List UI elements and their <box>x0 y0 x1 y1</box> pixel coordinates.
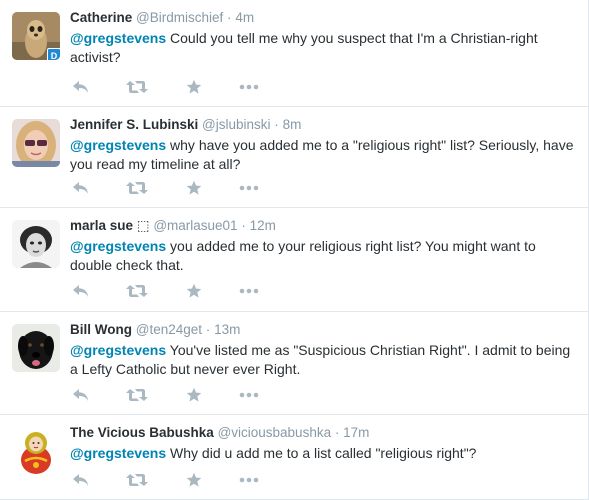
reply-icon[interactable] <box>70 469 92 491</box>
favorite-icon[interactable] <box>183 76 205 98</box>
tweet-text: @gregstevens Why did u add me to a list … <box>70 444 576 463</box>
meerkat-avatar[interactable]: D <box>12 12 60 60</box>
fullname[interactable]: Catherine <box>70 10 132 25</box>
tweet-header: Catherine @Birdmischief · 4m <box>70 9 576 27</box>
tweet-item[interactable]: Bill Wong @ten24get · 13m @gregstevens Y… <box>0 312 588 415</box>
username[interactable]: @viciousbabushka <box>218 425 332 440</box>
retweet-icon[interactable] <box>126 177 148 199</box>
username[interactable]: @ten24get <box>136 322 202 337</box>
badge-icon: D <box>47 48 60 60</box>
mention-link[interactable]: @gregstevens <box>70 137 166 153</box>
reply-icon[interactable] <box>70 177 92 199</box>
tweet-text: @gregstevens you added me to your religi… <box>70 237 576 275</box>
timestamp[interactable]: 17m <box>343 425 369 440</box>
tweet-body: Why did u add me to a list called "relig… <box>166 445 477 461</box>
tweet-header: Jennifer S. Lubinski @jslubinski · 8m <box>70 116 576 134</box>
tweet-feed: D Catherine @Birdmischief · 4m @gregstev… <box>0 0 589 500</box>
tweet-actions <box>70 76 290 98</box>
timestamp[interactable]: 4m <box>235 10 254 25</box>
tweet-text: @gregstevens Could you tell me why you s… <box>70 29 576 67</box>
woman-sunglasses-avatar[interactable] <box>12 119 60 167</box>
tweet-text: @gregstevens why have you added me to a … <box>70 136 576 174</box>
tweet-item[interactable]: marla sue ⬚ @marlasue01 · 12m @gregsteve… <box>0 208 588 312</box>
retweet-icon[interactable] <box>126 384 148 406</box>
fullname[interactable]: marla sue ⬚ <box>70 218 150 233</box>
reply-icon[interactable] <box>70 384 92 406</box>
fullname[interactable]: The Vicious Babushka <box>70 425 214 440</box>
fullname[interactable]: Jennifer S. Lubinski <box>70 117 198 132</box>
more-icon[interactable] <box>238 469 260 491</box>
timestamp[interactable]: 13m <box>214 322 240 337</box>
favorite-icon[interactable] <box>183 280 205 302</box>
tweet-actions <box>70 469 290 491</box>
retweet-icon[interactable] <box>126 76 148 98</box>
reply-icon[interactable] <box>70 76 92 98</box>
mention-link[interactable]: @gregstevens <box>70 238 166 254</box>
tweet-actions <box>70 177 290 199</box>
tweet-actions <box>70 384 290 406</box>
username[interactable]: @marlasue01 <box>153 218 237 233</box>
matryoshka-avatar[interactable] <box>12 427 60 475</box>
fullname[interactable]: Bill Wong <box>70 322 132 337</box>
more-icon[interactable] <box>238 177 260 199</box>
mention-link[interactable]: @gregstevens <box>70 342 166 358</box>
separator: · <box>241 218 246 233</box>
favorite-icon[interactable] <box>183 384 205 406</box>
tweet-header: The Vicious Babushka @viciousbabushka · … <box>70 424 576 442</box>
more-icon[interactable] <box>238 280 260 302</box>
black-dog-avatar[interactable] <box>12 324 60 372</box>
tweet-header: marla sue ⬚ @marlasue01 · 12m <box>70 217 576 235</box>
tweet-item[interactable]: D Catherine @Birdmischief · 4m @gregstev… <box>0 0 588 107</box>
timestamp[interactable]: 12m <box>250 218 276 233</box>
mention-link[interactable]: @gregstevens <box>70 30 166 46</box>
favorite-icon[interactable] <box>183 469 205 491</box>
more-icon[interactable] <box>238 76 260 98</box>
retweet-icon[interactable] <box>126 469 148 491</box>
more-icon[interactable] <box>238 384 260 406</box>
tweet-item[interactable]: The Vicious Babushka @viciousbabushka · … <box>0 415 588 500</box>
separator: · <box>334 425 340 440</box>
tweet-text: @gregstevens You've listed me as "Suspic… <box>70 341 576 379</box>
mention-link[interactable]: @gregstevens <box>70 445 166 461</box>
tweet-actions <box>70 280 290 302</box>
timestamp[interactable]: 8m <box>283 117 302 132</box>
favorite-icon[interactable] <box>183 177 205 199</box>
tweet-header: Bill Wong @ten24get · 13m <box>70 321 576 339</box>
separator: · <box>205 322 211 337</box>
reply-icon[interactable] <box>70 280 92 302</box>
vintage-portrait-avatar[interactable] <box>12 220 60 268</box>
separator: · <box>227 10 232 25</box>
username[interactable]: @jslubinski <box>202 117 270 132</box>
tweet-item[interactable]: Jennifer S. Lubinski @jslubinski · 8m @g… <box>0 107 588 208</box>
username[interactable]: @Birdmischief <box>136 10 223 25</box>
separator: · <box>274 117 279 132</box>
retweet-icon[interactable] <box>126 280 148 302</box>
